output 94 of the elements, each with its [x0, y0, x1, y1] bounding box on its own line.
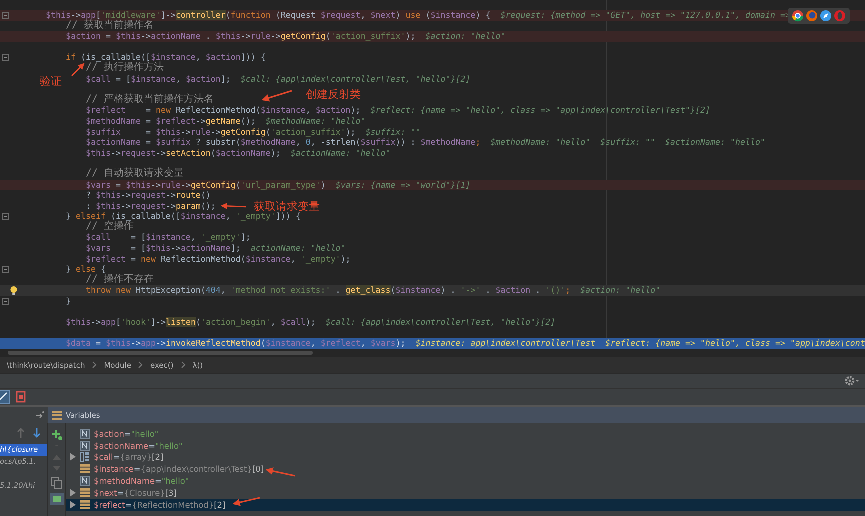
expand-arrow-icon[interactable]: [70, 488, 76, 497]
fold-icon[interactable]: [2, 12, 9, 19]
inline-value-hint: $suffix: "": [366, 126, 421, 138]
code-line: }: [66, 296, 71, 307]
annotation-arrow: [266, 468, 296, 477]
primitive-icon: [80, 428, 90, 439]
chevron-icon: [138, 361, 144, 369]
variable-entry: $methodName="hello": [94, 476, 190, 486]
fold-icon[interactable]: [2, 213, 9, 220]
variable-row[interactable]: $call={array}[2]: [66, 452, 865, 464]
variable-entry: $action="hello": [94, 428, 159, 439]
inline-value-hint: $call: {app\index\controller\Test, "hello"}[2]: [326, 317, 556, 328]
annotation-label: 验证: [40, 74, 62, 89]
primitive-icon: [80, 476, 90, 486]
inline-value-hint: $methodName: "hello": [266, 116, 366, 127]
code-line: // 获取当前操作名: [66, 20, 154, 32]
annotation-arrow: [232, 497, 260, 506]
code-line: } elseif (is_callable([$instance, '_empty'])) {: [66, 211, 301, 222]
object-icon: [80, 464, 90, 474]
list-icon: [52, 410, 62, 420]
pin-icon[interactable]: [35, 411, 45, 419]
inline-value-hint: actionName: "hello": [250, 243, 346, 254]
selected-row[interactable]: $reflect={ReflectionMethod}[2]: [66, 498, 865, 511]
code-line: } else {: [66, 264, 106, 274]
code-line: $vars = $this->rule->getConfig('url_param_type'): [86, 180, 326, 190]
inline-value-hint: $call: {app\index\controller\Test, "hello"}[2]: [240, 74, 471, 84]
code-line: $suffix = $this->rule->getConfig('action_suffix');: [86, 126, 356, 138]
chevron-icon: [92, 361, 98, 369]
fold-icon[interactable]: [2, 298, 9, 305]
annotation-arrow: [220, 202, 246, 210]
code-line: // 空操作: [86, 221, 134, 233]
variable-entry: $instance={app\index\controller\Test}[0]: [94, 464, 264, 474]
chevron-icon: [180, 361, 186, 369]
fold-icon[interactable]: [2, 54, 9, 62]
code-line: // 执行操作方法: [86, 62, 164, 74]
code-line: // 自动获取请求变量: [86, 168, 184, 180]
inline-value-hint: $action: "hello": [580, 285, 661, 296]
annotation-label: 创建反射类: [306, 87, 361, 102]
object-icon: [80, 488, 90, 498]
code-line: ? $this->request->route(): [86, 190, 211, 201]
scrollbar-thumb[interactable]: [8, 351, 313, 355]
inline-value-hint: $methodName: "hello": [490, 137, 591, 148]
variable-entry: $actionName="hello": [94, 440, 183, 451]
variable-entry: $reflect={ReflectionMethod}[2]: [94, 500, 226, 510]
inline-value-hint: $instance: app\index\controller\Test $reflect: {name => "hello", class => "app\index\cont: [416, 338, 865, 349]
expand-arrow-icon[interactable]: [70, 500, 76, 509]
code-line: // 操作不存在: [86, 274, 154, 286]
object-icon: [80, 500, 90, 510]
variable-entry: $next={Closure}[3]: [94, 488, 177, 498]
annotation-label: 获取请求变量: [254, 199, 320, 213]
variable-row[interactable]: $actionName="hello": [66, 440, 865, 452]
code-line: $reflect = new ReflectionMethod($instance, $action);: [86, 105, 361, 116]
code-line: $this->app['hook']->listen('action_begin', $call);: [66, 317, 316, 328]
lightbulb-icon[interactable]: [10, 286, 18, 296]
inline-value-hint: $actionName: "hello": [290, 148, 391, 158]
code-line: throw new HttpException(404, 'method not exists:' . get_class($instance) . '->' . $action . '()';: [86, 285, 571, 296]
fold-icon[interactable]: [2, 266, 9, 274]
code-line: : $this->request->param();: [86, 200, 216, 212]
code-line: $call = [$instance, $action];: [86, 74, 231, 84]
add-watch-icon[interactable]: [50, 429, 62, 441]
watch-toggle-icon[interactable]: [50, 493, 64, 505]
down-arrow-icon[interactable]: [33, 428, 41, 438]
variable-entry: $call={array}[2]: [94, 452, 164, 462]
expand-arrow-icon[interactable]: [70, 453, 76, 462]
annotation-arrow: [72, 63, 85, 76]
code-line: $call = [$instance, '_empty'];: [86, 232, 251, 244]
code-line: $this->request->setAction($actionName);: [86, 148, 281, 158]
compass-icon[interactable]: [820, 10, 832, 22]
code-line: $vars = [$this->actionName];: [86, 243, 241, 254]
code-line: $actionName = $suffix ? substr($methodName, 0, -strlen($suffix)) : $methodName;: [86, 137, 481, 148]
variable-row[interactable]: $methodName="hello": [66, 475, 865, 487]
variable-row[interactable]: $instance={app\index\controller\Test}[0]: [66, 463, 865, 476]
inline-value-hint: $vars: {name => "world"}[1]: [336, 180, 471, 190]
settings-icon[interactable]: [845, 376, 861, 386]
code-line: $data = $this->app->invokeReflectMethod($instance, $reflect, $vars);: [66, 338, 406, 349]
annotation-arrow: [262, 90, 292, 102]
code-line: $methodName = $reflect->getName();: [86, 116, 256, 127]
array-icon: [80, 452, 90, 462]
inline-value-hint: $action: "hello": [426, 31, 506, 42]
copy-icon[interactable]: [50, 477, 62, 489]
variable-row[interactable]: $action="hello": [66, 428, 865, 440]
slashed-square-icon[interactable]: [0, 390, 10, 404]
variable-row[interactable]: $next={Closure}[3]: [66, 486, 865, 499]
browser-icon[interactable]: [792, 10, 804, 22]
inline-value-hint: $actionName: "hello": [666, 137, 766, 148]
code-line: $this->app['middleware']->controller(function (Request $request, $next) use ($instance) {: [46, 10, 491, 20]
code-line: if (is_callable([$instance, $action])) {: [66, 52, 266, 62]
primitive-icon: [80, 440, 90, 451]
inline-value-hint: $suffix: "": [600, 137, 656, 148]
code-line: // 严格获取当前操作方法名: [86, 94, 214, 106]
inline-value-hint: $reflect: {name => "hello", class => "app\index\controller\Test"}[2]: [370, 105, 710, 116]
stop-icon[interactable]: [16, 391, 26, 403]
code-line: $action = $this->actionName . $this->rule->getConfig('action_suffix');: [66, 31, 416, 42]
code-line: $reflect = new ReflectionMethod($instance, '_empty');: [86, 254, 351, 264]
